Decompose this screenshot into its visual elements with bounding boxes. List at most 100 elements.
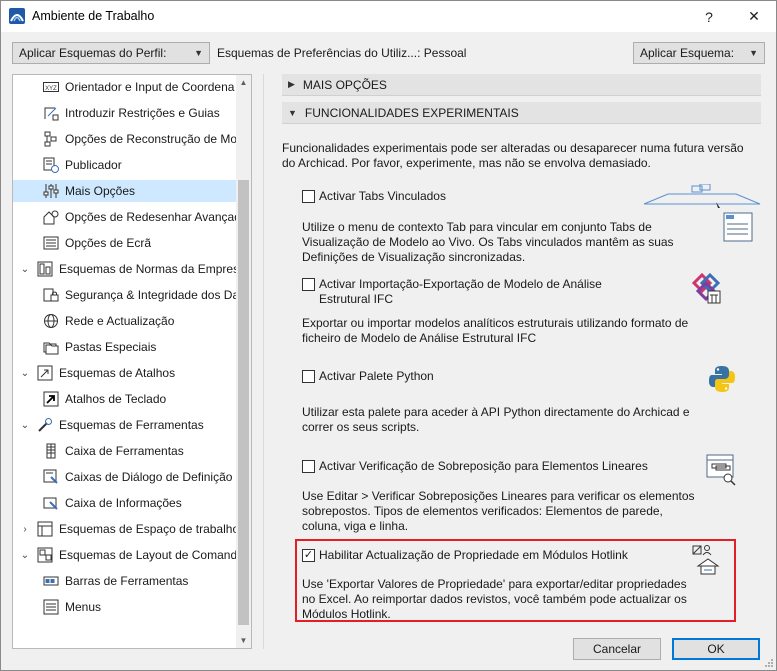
chevron-right-icon[interactable]: › [19, 523, 31, 535]
scroll-down-icon[interactable]: ▼ [236, 633, 251, 648]
tree-item[interactable]: Mais Opções [13, 180, 237, 202]
tree-item[interactable]: ⌄ Esquemas de Ferramentas [13, 414, 237, 436]
workspace-icon [37, 521, 53, 537]
section-experimental-label: FUNCIONALIDADES EXPERIMENTAIS [304, 105, 519, 120]
tree-item[interactable]: ⌄ Esquemas de Atalhos [13, 362, 237, 384]
tree-vertical-scrollbar[interactable]: ▲ ▼ [236, 75, 251, 648]
preference-schemes-label: Esquemas de Preferências do Utiliz...: P… [217, 46, 467, 60]
scroll-thumb[interactable] [238, 180, 249, 625]
tree-item[interactable]: Opções de Ecrã [13, 232, 237, 254]
command-layout-icon [37, 547, 53, 563]
tree-item-label: Opções de Ecrã [65, 236, 152, 250]
window-title: Ambiente de Trabalho [32, 9, 155, 23]
company-standards-icon [37, 261, 53, 277]
feature-overlap-check[interactable]: Activar Verificação de Sobreposição para… [302, 459, 682, 474]
tree-item[interactable]: Caixas de Diálogo de Definição d [13, 466, 237, 488]
toolbox-icon [43, 443, 59, 459]
chevron-down-icon: ▼ [749, 48, 758, 58]
linked-tabs-description: Utilize o menu de contexto Tab para vinc… [302, 220, 674, 264]
tree-item[interactable]: Pastas Especiais [13, 336, 237, 358]
chevron-down-icon[interactable]: ⌄ [19, 367, 31, 379]
overlap-check-label: Activar Verificação de Sobreposição para… [319, 459, 648, 473]
tree-item[interactable]: Segurança & Integridade dos Da [13, 284, 237, 306]
tree-item[interactable]: XYZ Orientador e Input de Coordena [13, 76, 237, 98]
preferences-tree[interactable]: XYZ Orientador e Input de Coordena Introdu… [12, 74, 252, 649]
cancel-button[interactable]: Cancelar [573, 638, 661, 660]
menus-icon [43, 599, 59, 615]
overlap-check-checkbox[interactable] [302, 460, 315, 473]
tree-item[interactable]: Rede e Actualização [13, 310, 237, 332]
tree-item[interactable]: Atalhos de Teclado [13, 388, 237, 410]
security-icon [43, 287, 59, 303]
tools-icon [37, 417, 53, 433]
feature-hotlink-property[interactable]: ✓ Habilitar Actualização de Propriedade … [302, 548, 682, 563]
expanded-triangle-icon: ▼ [288, 107, 297, 118]
ok-button[interactable]: OK [672, 638, 760, 660]
apply-profile-dropdown[interactable]: Aplicar Esquemas do Perfil: ▼ [12, 42, 210, 64]
sliders-icon [43, 183, 59, 199]
tree-item[interactable]: Caixa de Ferramentas [13, 440, 237, 462]
chevron-down-icon[interactable]: ⌄ [19, 549, 31, 561]
help-button[interactable]: ? [687, 1, 731, 32]
tree-item[interactable]: Publicador [13, 154, 237, 176]
tree-item[interactable]: Opções de Reconstrução de Mod [13, 128, 237, 150]
apply-scheme-dropdown[interactable]: Aplicar Esquema: ▼ [633, 42, 765, 64]
tree-item-label: Barras de Ferramentas [65, 574, 189, 588]
linked-tabs-checkbox[interactable] [302, 190, 315, 203]
resize-grip-icon[interactable] [764, 658, 774, 668]
tree-item-label: Pastas Especiais [65, 340, 157, 354]
section-more-options[interactable]: ▶ MAIS OPÇÕES [282, 74, 761, 96]
chevron-down-icon[interactable]: ⌄ [19, 263, 31, 275]
tree-item-label: Rede e Actualização [65, 314, 175, 328]
ifc-structural-label: Activar Importação-Exportação de Modelo … [319, 277, 602, 306]
ifc-structural-checkbox[interactable] [302, 278, 315, 291]
tree-item-label: Esquemas de Layout de Comandos [59, 548, 237, 562]
tree-item[interactable]: › Esquemas de Espaço de trabalho [13, 518, 237, 540]
folders-icon [43, 339, 59, 355]
hotlink-property-icon [692, 545, 720, 575]
tree-item-label: Orientador e Input de Coordena [65, 80, 235, 94]
publisher-icon [43, 157, 59, 173]
experimental-intro-text: Funcionalidades experimentais pode ser a… [282, 141, 744, 170]
collapsed-triangle-icon: ▶ [288, 79, 295, 89]
chevron-down-icon[interactable]: ⌄ [19, 419, 31, 431]
tree-item-label: Mais Opções [65, 184, 136, 198]
hotlink-property-checkbox[interactable]: ✓ [302, 549, 315, 562]
feature-ifc-structural[interactable]: Activar Importação-Exportação de Modelo … [302, 277, 642, 307]
tree-item[interactable]: Menus [13, 596, 237, 618]
close-button[interactable]: ✕ [732, 1, 776, 32]
hotlink-property-description: Use 'Exportar Valores de Propriedade' pa… [302, 577, 687, 621]
tree-item-label: Caixa de Ferramentas [65, 444, 184, 458]
python-palette-checkbox[interactable] [302, 370, 315, 383]
tree-item[interactable]: Caixa de Informações [13, 492, 237, 514]
panel-splitter[interactable] [263, 74, 264, 649]
tree-item[interactable]: Introduzir Restrições e Guias [13, 102, 237, 124]
info-box-icon [43, 495, 59, 511]
svg-text:XYZ: XYZ [45, 86, 57, 92]
tree-item[interactable]: ⌄ Esquemas de Normas da Empresa [13, 258, 237, 280]
apply-profile-label: Aplicar Esquemas do Perfil: [19, 46, 167, 60]
python-icon [709, 366, 735, 392]
section-experimental[interactable]: ▼ FUNCIONALIDADES EXPERIMENTAIS [282, 102, 761, 124]
section-more-options-label: MAIS OPÇÕES [302, 77, 387, 92]
toolbars-icon [43, 573, 59, 589]
scroll-up-icon[interactable]: ▲ [236, 75, 251, 90]
tree-item-label: Esquemas de Normas da Empresa [59, 262, 237, 276]
shortcuts-icon [37, 365, 53, 381]
tree-item-label: Introduzir Restrições e Guias [65, 106, 220, 120]
tree-item-label: Esquemas de Ferramentas [59, 418, 204, 432]
tree-item-label: Atalhos de Teclado [65, 392, 167, 406]
rebuild-icon [43, 131, 59, 147]
feature-python-palette[interactable]: Activar Palete Python [302, 369, 602, 384]
preferences-dialog: Ambiente de Trabalho ? ✕ Aplicar Esquema… [0, 0, 777, 671]
tree-item-label: Publicador [65, 158, 122, 172]
tree-item[interactable]: Opções de Redesenhar Avançada [13, 206, 237, 228]
tree-item[interactable]: ⌄ Esquemas de Layout de Comandos [13, 544, 237, 566]
feature-linked-tabs[interactable]: Activar Tabs Vinculados [302, 189, 662, 204]
tree-item-label: Esquemas de Espaço de trabalho [59, 522, 237, 536]
redraw-icon [43, 209, 59, 225]
tree-item[interactable]: Barras de Ferramentas [13, 570, 237, 592]
ifc-structural-description: Exportar ou importar modelos analíticos … [302, 316, 689, 345]
tree-item-label: Segurança & Integridade dos Da [65, 288, 237, 302]
python-palette-description: Utilizar esta palete para aceder à API P… [302, 405, 690, 434]
